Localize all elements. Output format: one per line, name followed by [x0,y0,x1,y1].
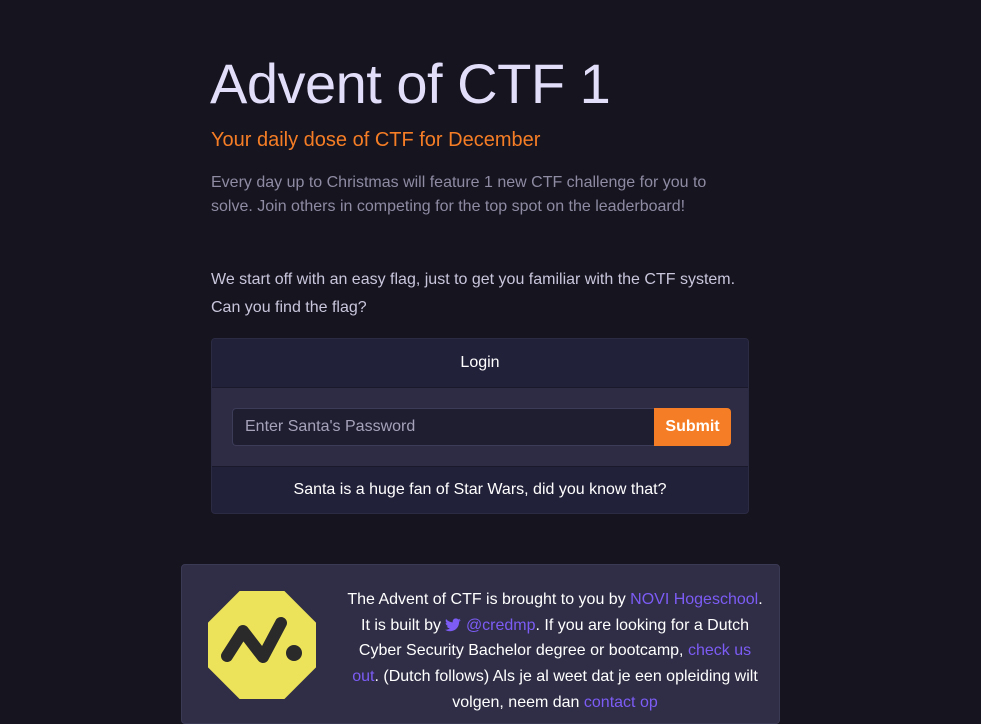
login-form: Submit [212,388,748,467]
submit-button[interactable]: Submit [654,408,731,446]
sponsor-text-4: . (Dutch follows) Als je al weet dat je … [374,668,758,711]
password-input[interactable] [232,408,654,446]
intro-text: Every day up to Christmas will feature 1… [211,174,707,215]
challenge-description: We start off with an easy flag, just to … [211,271,736,316]
sponsor-panel: The Advent of CTF is brought to you by N… [181,564,780,724]
login-hint: Santa is a huge fan of Star Wars, did yo… [212,467,748,513]
novi-logo-icon [208,591,316,699]
twitter-icon [445,618,462,631]
page-title: Advent of CTF 1 [210,52,611,115]
credmp-link-text: @credmp [465,616,536,634]
contact-link[interactable]: contact op [584,694,658,711]
credmp-twitter-link[interactable]: @credmp [445,616,536,634]
login-card: Login Submit Santa is a huge fan of Star… [211,338,749,514]
sponsor-text: The Advent of CTF is brought to you by N… [345,587,765,716]
sponsor-text-1: The Advent of CTF is brought to you by [347,591,631,608]
page-subtitle: Your daily dose of CTF for December [211,129,541,151]
login-card-header: Login [212,339,748,388]
novi-hogeschool-link[interactable]: NOVI Hogeschool [630,591,758,608]
